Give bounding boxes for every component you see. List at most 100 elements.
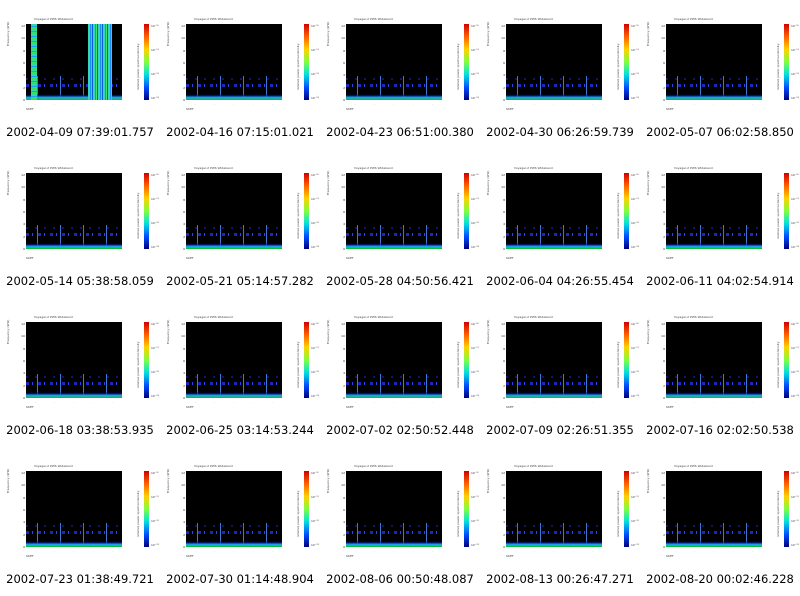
- thumbnail-cell[interactable]: Voyager-2 PWS Wideband Frequency (kHz) 1…: [480, 447, 640, 596]
- thumbnail-cell[interactable]: Voyager-2 PWS Wideband Frequency (kHz) 1…: [320, 447, 480, 596]
- spectrogram-thumbnail[interactable]: Voyager-2 PWS Wideband Frequency (kHz) 1…: [4, 455, 159, 573]
- spectrogram-thumbnail[interactable]: Voyager-2 PWS Wideband Frequency (kHz) 1…: [164, 8, 319, 126]
- y-tick-label: 12: [661, 471, 665, 475]
- spectrogram-thumbnail[interactable]: Voyager-2 PWS Wideband Frequency (kHz) 1…: [324, 157, 479, 275]
- thumbnail-caption[interactable]: 2002-08-06 00:50:48.087: [320, 572, 480, 586]
- colorbar-label: relative power spectral density: [296, 490, 300, 538]
- thumbnail-cell[interactable]: Voyager-2 PWS Wideband Frequency (kHz) 1…: [320, 298, 480, 447]
- colorbar: [464, 173, 469, 249]
- spectrogram-thumbnail[interactable]: Voyager-2 PWS Wideband Frequency (kHz) 1…: [644, 455, 799, 573]
- spectrogram-thumbnail[interactable]: Voyager-2 PWS Wideband Frequency (kHz) 1…: [644, 306, 799, 424]
- spectrogram-thumbnail[interactable]: Voyager-2 PWS Wideband Frequency (kHz) 1…: [644, 157, 799, 275]
- y-tick-label: 10: [501, 185, 505, 190]
- thumbnail-caption[interactable]: 2002-05-28 04:50:56.421: [320, 274, 480, 288]
- colorbar: [304, 24, 309, 100]
- y-axis-label: Frequency (kHz): [646, 468, 650, 493]
- spectrogram-plot-area: [346, 322, 442, 398]
- thumbnail-caption[interactable]: 2002-07-23 01:38:49.721: [0, 572, 160, 586]
- thumbnail-cell[interactable]: Voyager-2 PWS Wideband Frequency (kHz) 1…: [160, 447, 320, 596]
- thumbnail-caption[interactable]: 2002-05-07 06:02:58.850: [640, 125, 800, 139]
- thumbnail-cell[interactable]: Voyager-2 PWS Wideband Frequency (kHz) 1…: [640, 298, 800, 447]
- thumbnail-cell[interactable]: Voyager-2 PWS Wideband Frequency (kHz) 1…: [640, 0, 800, 149]
- spectrogram-thumbnail[interactable]: Voyager-2 PWS Wideband Frequency (kHz) 1…: [324, 455, 479, 573]
- colorbar: [624, 24, 629, 100]
- y-tick-label: 6: [503, 359, 505, 363]
- spectrogram-thumbnail[interactable]: Voyager-2 PWS Wideband Frequency (kHz) 1…: [4, 157, 159, 275]
- thumbnail-caption[interactable]: 2002-04-23 06:51:00.380: [320, 125, 480, 139]
- plot-title: Voyager-2 PWS Wideband: [514, 17, 553, 21]
- x-axis-ticks: · · · · ·: [515, 102, 593, 106]
- spectrogram-thumbnail[interactable]: Voyager-2 PWS Wideband Frequency (kHz) 1…: [644, 8, 799, 126]
- spectrogram-thumbnail[interactable]: Voyager-2 PWS Wideband Frequency (kHz) 1…: [484, 157, 639, 275]
- thumbnail-cell[interactable]: Voyager-2 PWS Wideband Frequency (kHz) 1…: [640, 447, 800, 596]
- broadband-streak: [31, 24, 37, 100]
- colorbar-label: relative power spectral density: [296, 192, 300, 240]
- y-axis-label: Frequency (kHz): [166, 319, 170, 344]
- thumbnail-caption[interactable]: 2002-07-09 02:26:51.355: [480, 423, 640, 437]
- x-axis-ticks: · · · · ·: [195, 400, 273, 404]
- thumbnail-caption[interactable]: 2002-05-14 05:38:58.059: [0, 274, 160, 288]
- spectrogram-thumbnail[interactable]: Voyager-2 PWS Wideband Frequency (kHz) 1…: [484, 8, 639, 126]
- thumbnail-caption[interactable]: 2002-07-30 01:14:48.904: [160, 572, 320, 586]
- colorbar-tick-label: 10⁻¹⁰: [631, 471, 639, 475]
- colorbar-label: relative power spectral density: [136, 341, 140, 389]
- thumbnail-caption[interactable]: 2002-05-21 05:14:57.282: [160, 274, 320, 288]
- scet-footline: SCET: [346, 405, 354, 409]
- thumbnail-cell[interactable]: Voyager-2 PWS Wideband Frequency (kHz) 1…: [320, 0, 480, 149]
- spectrogram-thumbnail[interactable]: Voyager-2 PWS Wideband Frequency (kHz) 1…: [164, 306, 319, 424]
- x-axis-ticks: · · · · ·: [515, 400, 593, 404]
- colorbar-tick-label: 10⁻¹¹: [471, 495, 479, 499]
- colorbar-tick-label: 10⁻¹¹: [471, 346, 479, 350]
- y-tick-label: 4: [663, 222, 665, 227]
- x-axis-ticks: · · · · ·: [35, 102, 113, 106]
- thumbnail-cell[interactable]: Voyager-2 PWS Wideband Frequency (kHz) 1…: [160, 149, 320, 298]
- thumbnail-caption[interactable]: 2002-04-16 07:15:01.021: [160, 125, 320, 139]
- y-tick-label: 2: [343, 532, 345, 537]
- thumbnail-cell[interactable]: Voyager-2 PWS Wideband Frequency (kHz) 1…: [480, 149, 640, 298]
- emission-band-low: [186, 392, 282, 398]
- spectrogram-thumbnail[interactable]: Voyager-2 PWS Wideband Frequency (kHz) 1…: [324, 306, 479, 424]
- spectrogram-thumbnail[interactable]: Voyager-2 PWS Wideband Frequency (kHz) 1…: [484, 306, 639, 424]
- thumbnail-cell[interactable]: Voyager-2 PWS Wideband Frequency (kHz) 1…: [160, 0, 320, 149]
- thumbnail-cell[interactable]: Voyager-2 PWS Wideband Frequency (kHz) 1…: [0, 447, 160, 596]
- spectrogram-plot-area: [666, 322, 762, 398]
- thumbnail-cell[interactable]: Voyager-2 PWS Wideband Frequency (kHz) 1…: [640, 149, 800, 298]
- thumbnail-cell[interactable]: Voyager-2 PWS Wideband Frequency (kHz) 1…: [160, 298, 320, 447]
- y-tick-label: 2: [663, 234, 665, 239]
- scet-footline: SCET: [666, 405, 674, 409]
- colorbar-tick-label: 10⁻¹⁰: [791, 471, 799, 475]
- thumbnail-caption[interactable]: 2002-04-09 07:39:01.757: [0, 125, 160, 139]
- thumbnail-caption[interactable]: 2002-04-30 06:26:59.739: [480, 125, 640, 139]
- thumbnail-cell[interactable]: Voyager-2 PWS Wideband Frequency (kHz) 1…: [480, 0, 640, 149]
- thumbnail-cell[interactable]: Voyager-2 PWS Wideband Frequency (kHz) 1…: [320, 149, 480, 298]
- y-tick-label: 12: [21, 24, 25, 28]
- spectrogram-thumbnail[interactable]: Voyager-2 PWS Wideband Frequency (kHz) 1…: [164, 157, 319, 275]
- thumbnail-cell[interactable]: Voyager-2 PWS Wideband Frequency (kHz) 1…: [0, 149, 160, 298]
- thumbnail-caption[interactable]: 2002-06-25 03:14:53.244: [160, 423, 320, 437]
- colorbar-label: relative power spectral density: [296, 43, 300, 91]
- spectrogram-thumbnail[interactable]: Voyager-2 PWS Wideband Frequency (kHz) 1…: [4, 8, 159, 126]
- colorbar-tick-label: 10⁻¹¹: [311, 48, 319, 52]
- thumbnail-cell[interactable]: Voyager-2 PWS Wideband Frequency (kHz) 1…: [0, 298, 160, 447]
- y-tick-label: 10: [181, 483, 185, 488]
- y-axis-label: Frequency (kHz): [326, 319, 330, 344]
- y-tick-label: 10: [181, 185, 185, 190]
- spectrogram-thumbnail[interactable]: Voyager-2 PWS Wideband Frequency (kHz) 1…: [484, 455, 639, 573]
- thumbnail-caption[interactable]: 2002-08-20 00:02:46.228: [640, 572, 800, 586]
- colorbar-tick-label: 10⁻¹³: [631, 394, 639, 398]
- thumbnail-caption[interactable]: 2002-08-13 00:26:47.271: [480, 572, 640, 586]
- spectrogram-thumbnail[interactable]: Voyager-2 PWS Wideband Frequency (kHz) 1…: [324, 8, 479, 126]
- spectrogram-thumbnail[interactable]: Voyager-2 PWS Wideband Frequency (kHz) 1…: [164, 455, 319, 573]
- thumbnail-caption[interactable]: 2002-06-04 04:26:55.454: [480, 274, 640, 288]
- thumbnail-cell[interactable]: Voyager-2 PWS Wideband Frequency (kHz) 1…: [0, 0, 160, 149]
- thumbnail-cell[interactable]: Voyager-2 PWS Wideband Frequency (kHz) 1…: [480, 298, 640, 447]
- colorbar-tick-label: 10⁻¹⁰: [311, 24, 319, 28]
- thumbnail-caption[interactable]: 2002-06-18 03:38:53.935: [0, 423, 160, 437]
- thumbnail-caption[interactable]: 2002-07-16 02:02:50.538: [640, 423, 800, 437]
- y-tick-label: 2: [183, 383, 185, 388]
- colorbar: [784, 322, 789, 398]
- thumbnail-caption[interactable]: 2002-06-11 04:02:54.914: [640, 274, 800, 288]
- spectrogram-thumbnail[interactable]: Voyager-2 PWS Wideband Frequency (kHz) 1…: [4, 306, 159, 424]
- y-axis-ticks: 12 10 8 6 4 2 0: [338, 173, 346, 251]
- thumbnail-caption[interactable]: 2002-07-02 02:50:52.448: [320, 423, 480, 437]
